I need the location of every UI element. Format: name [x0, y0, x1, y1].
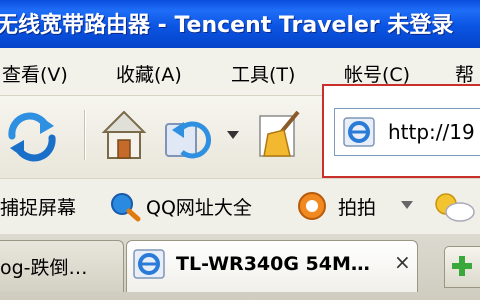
menu-account[interactable]: 帐号(C)	[344, 60, 410, 87]
refresh-icon[interactable]	[4, 110, 60, 162]
menu-tools[interactable]: 工具(T)	[231, 60, 295, 87]
tab-previous-label: og-跌倒…	[0, 257, 88, 279]
window-title: 无线宽带路由器 - Tencent Traveler 未登录	[0, 13, 454, 38]
dropdown-arrow-icon[interactable]	[226, 130, 240, 140]
home-icon[interactable]	[100, 108, 148, 162]
clean-icon[interactable]	[254, 106, 310, 162]
link-qq-directory[interactable]: QQ网址大全	[146, 193, 252, 220]
paipai-icon	[298, 192, 326, 220]
menu-help[interactable]: 帮	[455, 60, 474, 87]
qq-search-icon	[111, 193, 141, 222]
ie-page-icon	[343, 117, 375, 147]
undo-icon[interactable]	[160, 112, 220, 162]
toolbar-separator	[84, 110, 86, 160]
menu-view[interactable]: 查看(V)	[2, 60, 68, 87]
tab-current-label: TL-WR340G 54M…	[176, 253, 370, 275]
title-bar: 无线宽带路由器 - Tencent Traveler 未登录	[0, 0, 480, 48]
ie-tab-icon	[133, 249, 165, 279]
close-tab-icon[interactable]: ×	[394, 250, 411, 274]
link-paipai[interactable]: 拍拍	[338, 193, 376, 220]
links-dropdown-icon[interactable]	[400, 200, 414, 210]
weather-icon	[435, 193, 475, 222]
link-screen-capture[interactable]: 捕捉屏幕	[0, 193, 76, 220]
menu-favorites[interactable]: 收藏(A)	[116, 60, 182, 87]
plus-icon	[452, 256, 472, 276]
address-text: http://19	[388, 120, 475, 144]
